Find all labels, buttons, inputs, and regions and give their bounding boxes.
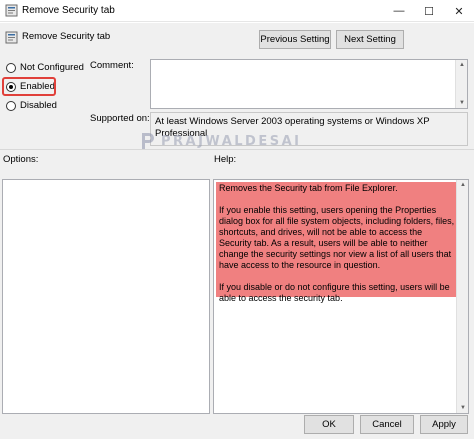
help-paragraph: If you disable or do not configure this … [219, 282, 450, 303]
scroll-down-icon[interactable]: ▼ [457, 403, 469, 413]
close-button[interactable]: ✕ [444, 0, 474, 22]
prajwaldesai-logo [142, 133, 154, 149]
window-title: Remove Security tab [22, 5, 115, 16]
title-bar: Remove Security tab — ☐ ✕ [0, 0, 474, 22]
watermark-text: PRAJWALDESAI [161, 133, 302, 149]
scroll-up-icon[interactable]: ▲ [456, 60, 468, 70]
watermark: PRAJWALDESAI [140, 131, 301, 151]
supported-on-label: Supported on: [90, 113, 150, 124]
comment-scrollbar[interactable]: ▲ ▼ [455, 60, 467, 108]
options-label: Options: [3, 154, 39, 165]
radio-not-configured-indicator[interactable] [6, 62, 16, 73]
close-icon: ✕ [454, 5, 464, 18]
help-scrollbar[interactable]: ▲ ▼ [456, 180, 468, 413]
help-paragraph: Removes the Security tab from File Explo… [219, 183, 398, 193]
options-panel[interactable] [2, 179, 210, 414]
enabled-highlight-box [2, 77, 56, 96]
help-paragraph: If you enable this setting, users openin… [219, 205, 455, 270]
radio-not-configured-label: Not Configured [20, 62, 84, 73]
scroll-up-icon[interactable]: ▲ [457, 180, 469, 190]
ok-button[interactable]: OK [304, 415, 354, 434]
radio-disabled[interactable]: Disabled [6, 100, 57, 111]
setting-title: Remove Security tab [22, 31, 111, 42]
dialog-client-area: Remove Security tab Previous Setting Nex… [0, 23, 474, 439]
radio-not-configured[interactable]: Not Configured [6, 62, 84, 73]
apply-button[interactable]: Apply [420, 415, 468, 434]
comment-textarea[interactable]: ▲ ▼ [150, 59, 468, 109]
comment-label: Comment: [90, 60, 134, 71]
scroll-down-icon[interactable]: ▼ [456, 98, 468, 108]
help-panel[interactable]: Removes the Security tab from File Explo… [213, 179, 469, 414]
minimize-icon: — [393, 5, 405, 17]
minimize-button[interactable]: — [384, 0, 414, 22]
help-text: Removes the Security tab from File Explo… [219, 183, 457, 315]
help-label: Help: [214, 154, 237, 165]
previous-setting-button[interactable]: Previous Setting [259, 30, 331, 49]
policy-setting-icon [5, 31, 18, 44]
maximize-button[interactable]: ☐ [414, 0, 444, 22]
cancel-button[interactable]: Cancel [360, 415, 414, 434]
radio-disabled-indicator[interactable] [6, 100, 16, 111]
maximize-icon: ☐ [424, 5, 434, 18]
policy-icon [5, 4, 18, 17]
next-setting-button[interactable]: Next Setting [336, 30, 404, 49]
radio-disabled-label: Disabled [20, 100, 57, 111]
